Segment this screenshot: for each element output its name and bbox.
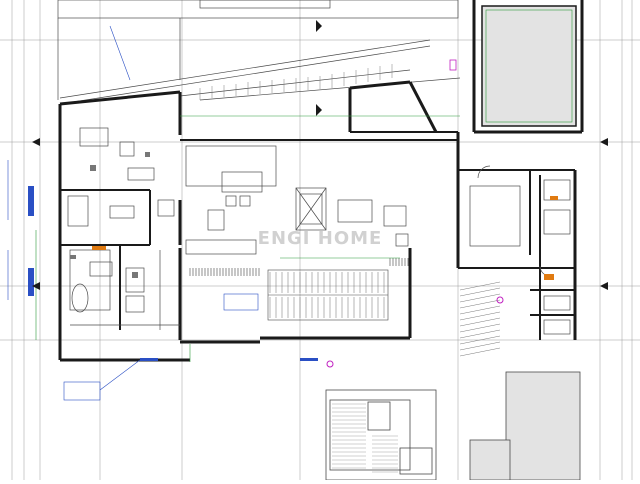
main-staircase	[267, 269, 389, 321]
left-wing-furniture	[67, 127, 180, 330]
stair-treads-top	[199, 64, 393, 100]
hatch-line	[459, 305, 501, 315]
hatch-line	[459, 299, 501, 309]
blue-callouts	[7, 25, 259, 401]
top-terrace	[57, 0, 461, 105]
bottom-deck	[325, 389, 437, 481]
upper-pool	[481, 5, 577, 127]
hatch-line	[459, 329, 501, 339]
watermark: ENGI HOME	[258, 228, 383, 249]
floor-plan-svg: ENGI HOME	[0, 0, 640, 481]
parking-hatching	[459, 281, 501, 357]
blue-marks	[28, 186, 318, 361]
hatch-line	[459, 311, 501, 321]
hatch-line	[459, 287, 501, 297]
hatch-line	[459, 323, 501, 333]
floor-plan-drawing: ENGI HOME	[0, 0, 640, 481]
hatch-line	[459, 341, 501, 351]
lower-pool	[469, 371, 581, 481]
railing-strip	[189, 258, 409, 276]
hatch-line	[459, 347, 501, 357]
hatch-line	[459, 293, 501, 303]
deck-hatching	[332, 403, 398, 473]
watermark-text: ENGI HOME	[258, 228, 383, 249]
hatch-line	[459, 317, 501, 327]
